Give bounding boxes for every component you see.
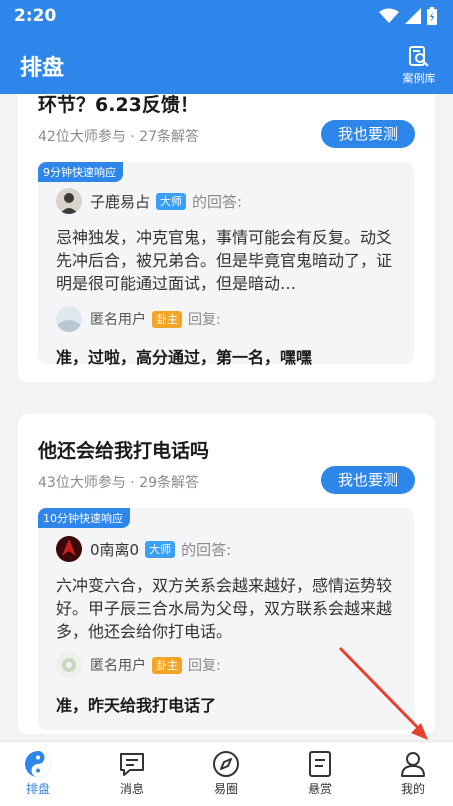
reply-suffix: 回复: (188, 658, 221, 674)
question-title[interactable]: 环节？6.23反馈！ (38, 94, 199, 117)
nav-label: 我的 (400, 782, 425, 796)
nav-label: 排盘 (25, 782, 50, 796)
replier-name: 匿名用户 (90, 658, 146, 674)
owner-badge: 卦主 (152, 310, 182, 328)
owner-badge: 卦主 (152, 656, 182, 674)
status-time: 2:20 (14, 6, 57, 26)
user-icon (401, 752, 425, 777)
answerer-name[interactable]: 子鹿易占 (90, 191, 150, 212)
avatar[interactable] (56, 188, 82, 214)
answer-suffix: 的回答: (192, 192, 243, 211)
reply-text: 准，过啦，高分通过，第一名，嘿嘿 (56, 348, 313, 367)
answer-header: 0南离0 大师 的回答: (56, 536, 231, 562)
reply-header: 匿名用户 卦主 回复: (56, 306, 221, 332)
test-too-button[interactable]: 我也要测 (321, 120, 415, 148)
page-title: 排盘 (20, 56, 65, 81)
question-meta: 43位大师参与 · 29条解答 (38, 475, 199, 491)
answer-suffix: 的回答: (181, 540, 232, 559)
answer-header: 子鹿易占 大师 的回答: (56, 188, 242, 214)
case-library-button[interactable]: 案例库 (399, 46, 439, 86)
response-time-tag: 10分钟快速响应 (38, 508, 130, 528)
question-meta: 42位大师参与 · 27条解答 (38, 129, 199, 145)
tab-me[interactable]: 我的 (383, 750, 443, 797)
test-too-button[interactable]: 我也要测 (321, 466, 415, 494)
status-icons (379, 7, 437, 25)
replier-name: 匿名用户 (90, 312, 146, 328)
answer-text: 六冲变六合，双方关系会越来越好，感情运势较好。甲子辰三合水局为父母，双方联系会越… (56, 576, 393, 641)
answer-box[interactable]: 10分钟快速响应 0南离0 大师 的回答: 六冲变六合，双方关系会越来越好，感情… (38, 508, 414, 730)
avatar[interactable] (56, 536, 82, 562)
status-bar: 2:20 (0, 0, 453, 34)
nav-label: 消息 (119, 782, 144, 796)
battery-icon (427, 7, 437, 25)
reply-suffix: 回复: (188, 312, 221, 328)
nav-label: 易圈 (213, 782, 238, 796)
response-time-tag: 9分钟快速响应 (38, 162, 123, 182)
bottom-nav: 排盘 消息 易圈 悬赏 我的 (0, 741, 453, 806)
answer-text: 忌神独发，冲克官鬼，事情可能会有反复。动爻先冲后合，被兄弟合。但是毕竟官鬼暗动了… (56, 228, 393, 293)
signal-icon (405, 8, 421, 24)
question-card[interactable]: 他还会给我打电话吗 43位大师参与 · 29条解答 我也要测 10分钟快速响应 … (18, 414, 435, 734)
reply-header: 匿名用户 卦主 回复: (56, 652, 221, 678)
master-badge: 大师 (156, 192, 187, 210)
case-search-icon (409, 46, 429, 67)
case-library-label: 案例库 (402, 72, 436, 85)
yin-yang-icon (25, 751, 51, 777)
avatar (56, 652, 82, 678)
answer-box[interactable]: 9分钟快速响应 子鹿易占 大师 的回答: 忌神独发，冲克官鬼，事情可能会有反复。… (38, 162, 414, 367)
reply-text: 准，昨天给我打电话了 (56, 696, 217, 715)
answerer-name[interactable]: 0南离0 (90, 539, 139, 560)
tab-circle[interactable]: 易圈 (196, 750, 256, 797)
compass-icon (213, 751, 239, 777)
question-title[interactable]: 他还会给我打电话吗 (38, 436, 209, 463)
wifi-icon (379, 8, 399, 23)
tab-paipan[interactable]: 排盘 (8, 750, 68, 797)
message-icon (120, 753, 144, 776)
tab-messages[interactable]: 消息 (102, 750, 162, 797)
nav-label: 悬赏 (307, 782, 332, 796)
avatar (56, 306, 82, 332)
document-icon (309, 751, 331, 777)
question-card[interactable]: 环节？6.23反馈！ 42位大师参与 · 27条解答 我也要测 9分钟快速响应 … (18, 94, 435, 382)
app-header: 排盘 案例库 (0, 34, 453, 94)
tab-reward[interactable]: 悬赏 (290, 750, 350, 797)
master-badge: 大师 (145, 540, 176, 558)
feed[interactable]: 环节？6.23反馈！ 42位大师参与 · 27条解答 我也要测 9分钟快速响应 … (0, 94, 453, 741)
